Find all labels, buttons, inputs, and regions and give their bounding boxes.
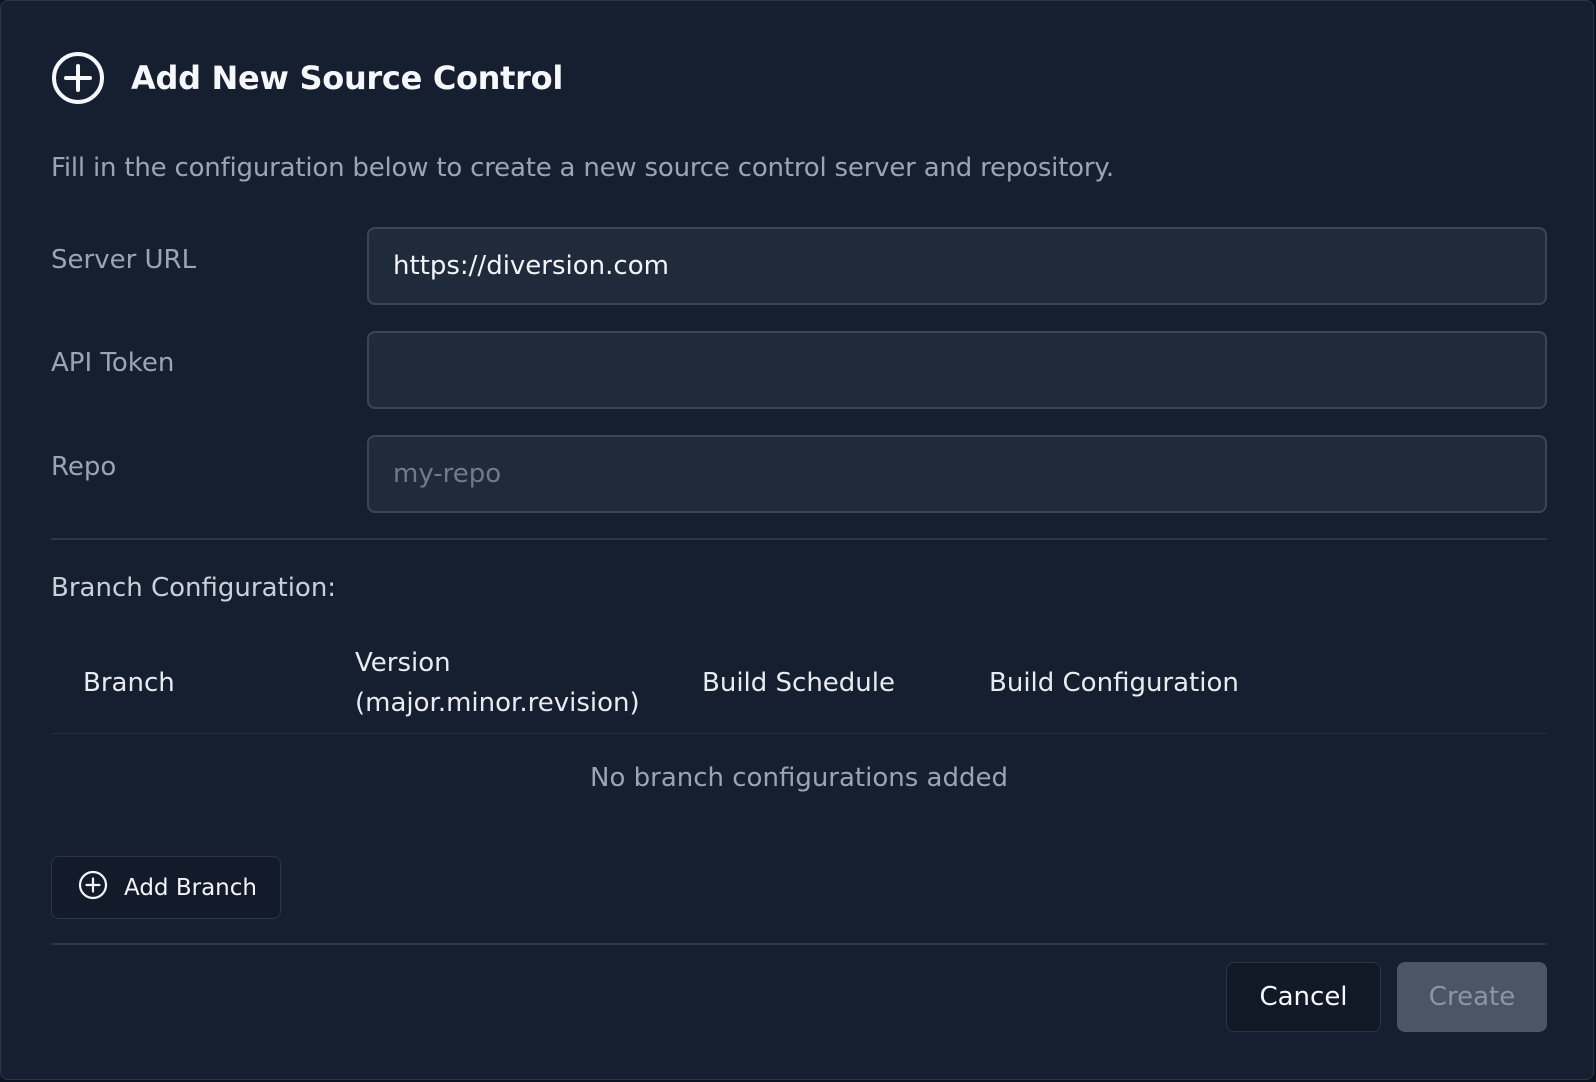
dialog-header: Add New Source Control [51, 51, 563, 105]
add-source-control-dialog: Add New Source Control Fill in the confi… [0, 0, 1594, 1080]
api-token-input[interactable] [367, 331, 1547, 409]
create-button[interactable]: Create [1397, 962, 1547, 1032]
server-url-input[interactable] [367, 227, 1547, 305]
column-header-branch: Branch [83, 668, 175, 698]
plus-circle-icon [78, 870, 124, 906]
column-header-build-schedule: Build Schedule [702, 668, 896, 698]
footer-divider [51, 943, 1547, 945]
cancel-button[interactable]: Cancel [1226, 962, 1381, 1032]
plus-circle-icon [51, 51, 105, 105]
column-header-build-configuration: Build Configuration [989, 668, 1239, 698]
branch-config-title: Branch Configuration: [51, 573, 337, 603]
api-token-label: API Token [51, 348, 175, 378]
add-branch-label: Add Branch [124, 874, 257, 901]
repo-label: Repo [51, 452, 117, 482]
server-url-label: Server URL [51, 245, 197, 275]
add-branch-button[interactable]: Add Branch [51, 856, 281, 919]
branch-table-empty-message: No branch configurations added [590, 763, 1008, 793]
column-header-version: Version (major.minor.revision) [355, 643, 640, 723]
column-header-version-line1: Version [355, 648, 451, 678]
column-header-version-line2: (major.minor.revision) [355, 688, 640, 718]
dialog-title: Add New Source Control [131, 59, 563, 97]
dialog-description: Fill in the configuration below to creat… [51, 153, 1114, 183]
table-header-divider [51, 733, 1547, 734]
form-divider [51, 538, 1547, 540]
repo-input[interactable] [367, 435, 1547, 513]
